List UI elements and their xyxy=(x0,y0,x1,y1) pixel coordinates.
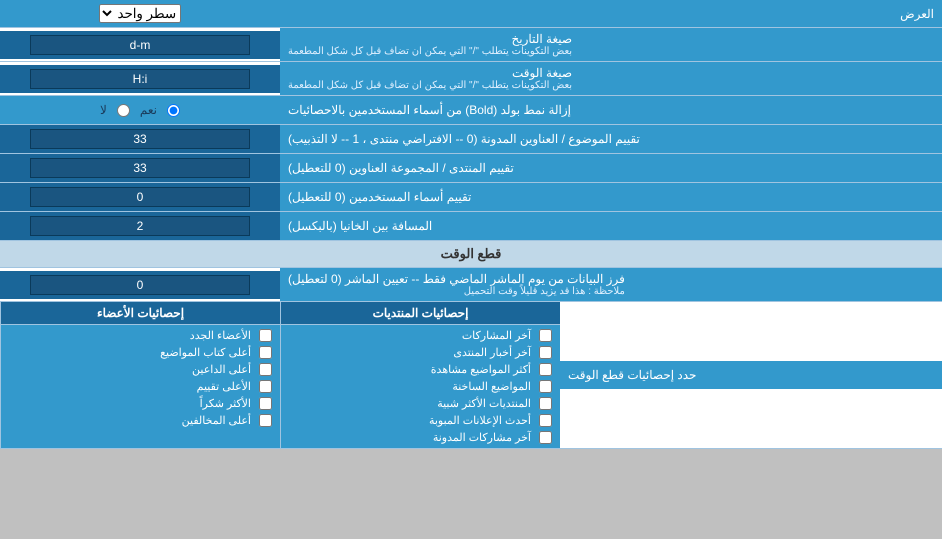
checkbox-blog-posts[interactable] xyxy=(539,431,552,444)
list-item: آخر المشاركات xyxy=(281,327,560,344)
time-format-label: صيغة الوقت بعض التكوينات يتطلب "/" التي … xyxy=(280,62,942,95)
topics-sort-input[interactable]: 33 xyxy=(30,129,250,149)
ard-select[interactable]: سطر واحد سطرين ثلاثة أسطر xyxy=(99,4,181,23)
date-format-row: صيغة التاريخ بعض التكوينات يتطلب "/" الت… xyxy=(0,28,942,62)
stats-col1-items: آخر المشاركات آخر أخبار المنتدى أكثر الم… xyxy=(281,325,560,448)
checkbox-hot-topics[interactable] xyxy=(539,380,552,393)
users-sort-input[interactable]: 0 xyxy=(30,187,250,207)
cutoff-section-header: قطع الوقت xyxy=(0,241,942,268)
checkbox-forum-news[interactable] xyxy=(539,346,552,359)
list-item: أحدث الإعلانات المبوبة xyxy=(281,412,560,429)
checkbox-last-posts[interactable] xyxy=(539,329,552,342)
checkbox-new-members[interactable] xyxy=(259,329,272,342)
list-item: آخر مشاركات المدونة xyxy=(281,429,560,446)
spacing-label: المسافة بين الخانيا (بالبكسل) xyxy=(280,212,942,240)
stats-cols: إحصائيات المنتديات آخر المشاركات آخر أخب… xyxy=(0,302,560,448)
checkbox-most-thanked[interactable] xyxy=(259,397,272,410)
checkbox-top-rated[interactable] xyxy=(259,380,272,393)
list-item: آخر أخبار المنتدى xyxy=(281,344,560,361)
users-sort-input-area: 0 xyxy=(0,183,280,211)
forum-sort-input[interactable]: 33 xyxy=(30,158,250,178)
list-item: أعلى كتاب المواضيع xyxy=(1,344,280,361)
checkbox-top-topic-writers[interactable] xyxy=(259,346,272,359)
bold-no-label: لا xyxy=(100,103,107,117)
bold-remove-row: إزالة نمط بولد (Bold) من أسماء المستخدمي… xyxy=(0,96,942,125)
main-container: العرض سطر واحد سطرين ثلاثة أسطر صيغة الت… xyxy=(0,0,942,449)
cutoff-label: فرز البيانات من يوم الماشر الماضي فقط --… xyxy=(280,268,942,301)
forum-sort-row: تقييم المنتدى / المجموعة العناوين (0 للت… xyxy=(0,154,942,183)
stats-col2-items: الأعضاء الجدد أعلى كتاب المواضيع أعلى ال… xyxy=(1,325,280,431)
users-sort-row: تقييم أسماء المستخدمين (0 للتعطيل) 0 xyxy=(0,183,942,212)
checkbox-latest-classifieds[interactable] xyxy=(539,414,552,427)
ard-label: العرض xyxy=(280,3,942,25)
time-format-input[interactable]: H:i xyxy=(30,69,250,89)
checkbox-top-violators[interactable] xyxy=(259,414,272,427)
spacing-row: المسافة بين الخانيا (بالبكسل) 2 xyxy=(0,212,942,241)
date-format-input[interactable]: d-m xyxy=(30,35,250,55)
bold-remove-label: إزالة نمط بولد (Bold) من أسماء المستخدمي… xyxy=(280,96,942,124)
stats-header-row: حدد إحصائيات قطع الوقت إحصائيات المنتديا… xyxy=(0,302,942,449)
topics-sort-row: تقييم الموضوع / العناوين المدونة (0 -- ا… xyxy=(0,125,942,154)
stats-col-forums: إحصائيات المنتديات آخر المشاركات آخر أخب… xyxy=(280,302,560,448)
checkbox-most-viewed[interactable] xyxy=(539,363,552,376)
time-format-input-area: H:i xyxy=(0,65,280,93)
date-format-label: صيغة التاريخ بعض التكوينات يتطلب "/" الت… xyxy=(280,28,942,61)
time-format-row: صيغة الوقت بعض التكوينات يتطلب "/" التي … xyxy=(0,62,942,96)
checkbox-top-inviters[interactable] xyxy=(259,363,272,376)
spacing-input[interactable]: 2 xyxy=(30,216,250,236)
topics-sort-label: تقييم الموضوع / العناوين المدونة (0 -- ا… xyxy=(280,125,942,153)
spacing-input-area: 2 xyxy=(0,212,280,240)
list-item: الأعضاء الجدد xyxy=(1,327,280,344)
list-item: أعلى الداعين xyxy=(1,361,280,378)
cutoff-row: فرز البيانات من يوم الماشر الماضي فقط --… xyxy=(0,268,942,302)
users-sort-label: تقييم أسماء المستخدمين (0 للتعطيل) xyxy=(280,183,942,211)
bold-no-radio[interactable] xyxy=(117,104,130,117)
list-item: أعلى المخالفين xyxy=(1,412,280,429)
forum-sort-input-area: 33 xyxy=(0,154,280,182)
date-format-input-area: d-m xyxy=(0,31,280,59)
bold-yes-radio[interactable] xyxy=(167,104,180,117)
list-item: أكثر المواضيع مشاهدة xyxy=(281,361,560,378)
bold-radio-group: نعم لا xyxy=(90,103,190,117)
stats-main-label: حدد إحصائيات قطع الوقت xyxy=(560,361,942,389)
forum-sort-label: تقييم المنتدى / المجموعة العناوين (0 للت… xyxy=(280,154,942,182)
cutoff-input[interactable]: 0 xyxy=(30,275,250,295)
stats-col1-header: إحصائيات المنتديات xyxy=(281,302,560,325)
stats-col2-header: إحصائيات الأعضاء xyxy=(1,302,280,325)
bold-remove-radio-area: نعم لا xyxy=(0,96,280,124)
list-item: المواضيع الساخنة xyxy=(281,378,560,395)
ard-row: العرض سطر واحد سطرين ثلاثة أسطر xyxy=(0,0,942,28)
stats-col-members: إحصائيات الأعضاء الأعضاء الجدد أعلى كتاب… xyxy=(0,302,280,448)
topics-sort-input-area: 33 xyxy=(0,125,280,153)
list-item: الأعلى تقييم xyxy=(1,378,280,395)
list-item: الأكثر شكراً xyxy=(1,395,280,412)
cutoff-input-area: 0 xyxy=(0,271,280,299)
bold-yes-label: نعم xyxy=(140,103,157,117)
ard-input-area: سطر واحد سطرين ثلاثة أسطر xyxy=(0,1,280,26)
list-item: المنتديات الأكثر شبية xyxy=(281,395,560,412)
checkbox-most-like[interactable] xyxy=(539,397,552,410)
